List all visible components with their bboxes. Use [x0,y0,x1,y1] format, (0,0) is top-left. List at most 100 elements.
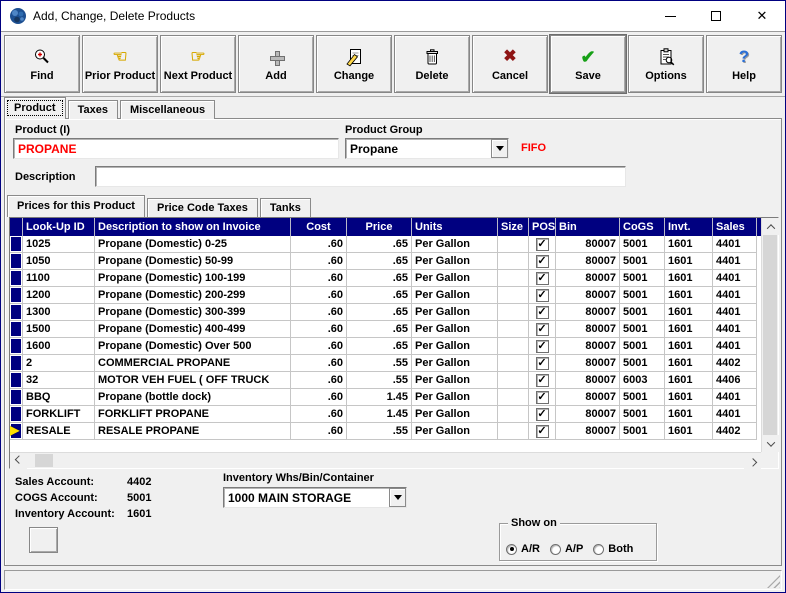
cell-size[interactable] [498,304,529,321]
cell-cost[interactable]: .60 [291,304,347,321]
cell-cost[interactable]: .60 [291,338,347,355]
pos-cell[interactable]: ✓ [529,389,556,406]
cell-id[interactable]: 1200 [23,287,95,304]
cell-invt[interactable]: 1601 [665,321,713,338]
cell-desc[interactable]: Propane (bottle dock) [95,389,291,406]
cell-cost[interactable]: .60 [291,406,347,423]
cell-cogs[interactable]: 5001 [620,253,665,270]
cell-id[interactable]: 1600 [23,338,95,355]
grid-header-bin[interactable]: Bin [556,218,620,236]
cell-sales[interactable]: 4401 [713,253,757,270]
prior-product-button[interactable]: ☜ Prior Product [82,35,158,93]
table-row[interactable]: 1025Propane (Domestic) 0-25.60.65Per Gal… [10,236,761,253]
pos-cell[interactable]: ✓ [529,406,556,423]
cell-cogs[interactable]: 5001 [620,355,665,372]
table-row[interactable]: 1100Propane (Domestic) 100-199.60.65Per … [10,270,761,287]
cell-sales[interactable]: 4401 [713,270,757,287]
row-indicator-cell[interactable] [10,321,23,338]
cell-id[interactable]: FORKLIFT [23,406,95,423]
blank-button[interactable] [29,527,58,553]
cell-cost[interactable]: .60 [291,236,347,253]
pos-cell[interactable]: ✓ [529,355,556,372]
pos-cell[interactable]: ✓ [529,287,556,304]
cell-bin[interactable]: 80007 [556,406,620,423]
cell-price[interactable]: .65 [347,287,412,304]
minimize-button[interactable] [647,1,693,31]
cell-units[interactable]: Per Gallon [412,253,498,270]
table-row[interactable]: ▶RESALERESALE PROPANE.60.55Per Gallon✓80… [10,423,761,440]
cell-units[interactable]: Per Gallon [412,236,498,253]
cell-id[interactable]: 1025 [23,236,95,253]
cell-desc[interactable]: Propane (Domestic) 0-25 [95,236,291,253]
cell-cogs[interactable]: 5001 [620,321,665,338]
row-indicator-cell[interactable] [10,236,23,253]
pos-checkbox[interactable]: ✓ [536,323,549,336]
cell-units[interactable]: Per Gallon [412,372,498,389]
find-button[interactable]: Find [4,35,80,93]
row-indicator-cell[interactable] [10,287,23,304]
cell-desc[interactable]: Propane (Domestic) 100-199 [95,270,291,287]
cell-cogs[interactable]: 5001 [620,406,665,423]
cell-cogs[interactable]: 5001 [620,270,665,287]
cell-cogs[interactable]: 5001 [620,423,665,440]
pos-cell[interactable]: ✓ [529,270,556,287]
cell-sales[interactable]: 4401 [713,338,757,355]
cell-bin[interactable]: 80007 [556,372,620,389]
tab-taxes[interactable]: Taxes [68,100,118,119]
cell-invt[interactable]: 1601 [665,304,713,321]
description-input[interactable] [95,166,626,187]
row-indicator-cell[interactable] [10,253,23,270]
table-row[interactable]: 1200Propane (Domestic) 200-299.60.65Per … [10,287,761,304]
cell-size[interactable] [498,355,529,372]
cell-sales[interactable]: 4406 [713,372,757,389]
cell-sales[interactable]: 4401 [713,236,757,253]
row-indicator-cell[interactable] [10,389,23,406]
cell-size[interactable] [498,389,529,406]
row-indicator-cell[interactable] [10,270,23,287]
cell-sales[interactable]: 4401 [713,321,757,338]
cell-size[interactable] [498,338,529,355]
dropdown-arrow-icon[interactable] [389,488,406,507]
cell-price[interactable]: .65 [347,304,412,321]
cell-price[interactable]: .55 [347,355,412,372]
table-row[interactable]: 2COMMERCIAL PROPANE.60.55Per Gallon✓8000… [10,355,761,372]
cell-desc[interactable]: Propane (Domestic) 50-99 [95,253,291,270]
cell-invt[interactable]: 1601 [665,389,713,406]
cell-price[interactable]: .55 [347,423,412,440]
grid-header-cost[interactable]: Cost [291,218,347,236]
table-row[interactable]: 1600Propane (Domestic) Over 500.60.65Per… [10,338,761,355]
cell-cogs[interactable]: 5001 [620,236,665,253]
close-button[interactable]: ✕ [739,1,785,31]
table-row[interactable]: 32MOTOR VEH FUEL ( OFF TRUCK.60.55Per Ga… [10,372,761,389]
cell-bin[interactable]: 80007 [556,355,620,372]
cell-id[interactable]: 1050 [23,253,95,270]
cell-price[interactable]: .65 [347,338,412,355]
pos-checkbox[interactable]: ✓ [536,306,549,319]
scroll-left-button[interactable] [10,453,27,469]
tab-price-code-taxes[interactable]: Price Code Taxes [147,198,258,217]
cell-size[interactable] [498,270,529,287]
row-indicator-cell[interactable] [10,355,23,372]
cell-sales[interactable]: 4401 [713,304,757,321]
grid-header-cogs[interactable]: CoGS [620,218,665,236]
cell-cost[interactable]: .60 [291,270,347,287]
pos-checkbox[interactable]: ✓ [536,408,549,421]
pos-checkbox[interactable]: ✓ [536,425,549,438]
cell-cogs[interactable]: 5001 [620,338,665,355]
radio-both[interactable]: Both [593,543,633,555]
tab-miscellaneous[interactable]: Miscellaneous [120,100,215,119]
pos-cell[interactable]: ✓ [529,236,556,253]
scroll-down-button[interactable] [762,435,779,452]
cell-bin[interactable]: 80007 [556,270,620,287]
pos-cell[interactable]: ✓ [529,338,556,355]
cell-size[interactable] [498,236,529,253]
cell-cost[interactable]: .60 [291,355,347,372]
cell-desc[interactable]: Propane (Domestic) 200-299 [95,287,291,304]
cell-cost[interactable]: .60 [291,253,347,270]
cell-desc[interactable]: COMMERCIAL PROPANE [95,355,291,372]
cell-invt[interactable]: 1601 [665,236,713,253]
grid-header-price[interactable]: Price [347,218,412,236]
cell-id[interactable]: 1100 [23,270,95,287]
grid-header-invt[interactable]: Invt. [665,218,713,236]
row-indicator-cell[interactable] [10,372,23,389]
